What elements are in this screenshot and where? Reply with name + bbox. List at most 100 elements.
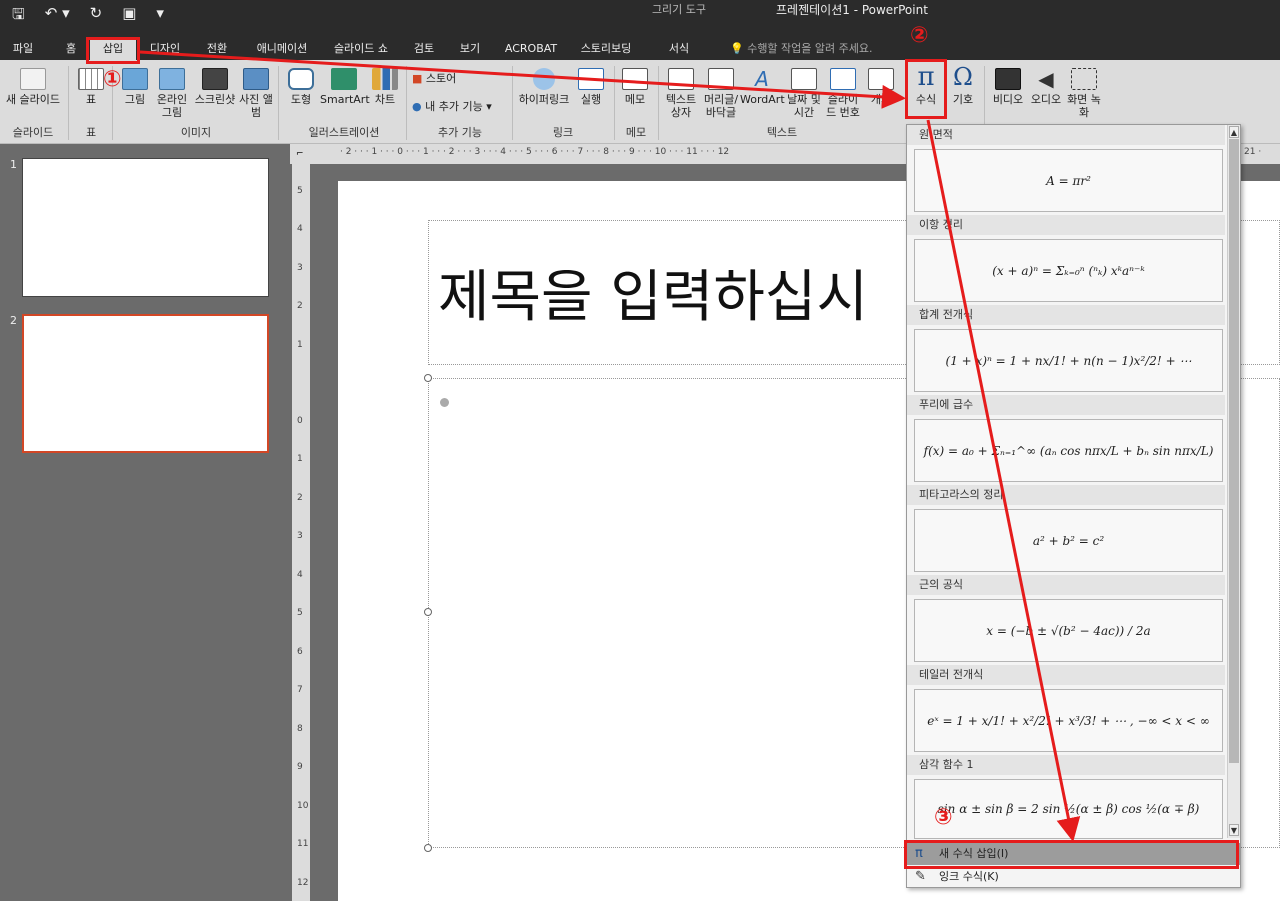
screenshot-button[interactable]: 스크린샷: [193, 68, 237, 106]
ruler-number: 7: [297, 685, 303, 695]
symbol-button[interactable]: Ω 기호: [948, 64, 978, 106]
ruler-number: 11: [297, 839, 309, 849]
group-illustrations: 일러스트레이션: [308, 126, 380, 139]
chart-button[interactable]: 차트: [370, 68, 400, 106]
annotation-box-new-equation: [904, 840, 1239, 869]
present-icon[interactable]: ▣: [122, 4, 136, 29]
online-picture-button[interactable]: 온라인 그림: [154, 68, 190, 119]
tab-animations[interactable]: 애니메이션: [246, 38, 318, 60]
equation-item-circle-area[interactable]: A = πr²: [914, 149, 1223, 212]
object-button[interactable]: 개체: [864, 68, 898, 106]
save-icon[interactable]: 🖫: [12, 4, 25, 29]
equation-heading: 피타고라스의 정리: [907, 485, 1225, 505]
textbox-button[interactable]: 텍스트 상자: [662, 68, 700, 119]
ruler-number: 0: [297, 416, 303, 426]
symbol-label: 기호: [952, 93, 974, 106]
group-comments: 메모: [625, 126, 647, 139]
ink-equation-item[interactable]: ✎ 잉크 수식(K): [907, 866, 1240, 888]
equation-heading: 합계 전개식: [907, 305, 1225, 325]
tab-storyboarding[interactable]: 스토리보딩: [570, 38, 642, 60]
header-footer-button[interactable]: 머리글/ 바닥글: [702, 68, 740, 119]
group-tables: 표: [85, 126, 97, 139]
resize-handle[interactable]: [424, 608, 432, 616]
datetime-button[interactable]: 날짜 및 시간: [786, 68, 822, 119]
ruler-number: 5: [297, 186, 303, 196]
ruler-number: 2: [297, 493, 303, 503]
annotation-step-1: ①: [103, 67, 122, 92]
slide-thumbnail-1[interactable]: [22, 158, 269, 297]
slide-title-text[interactable]: 제목을 입력하십시: [438, 252, 868, 333]
screenshot-icon: [202, 68, 228, 90]
equation-heading: 삼각 함수 1: [907, 755, 1225, 775]
tab-format[interactable]: 서식: [656, 38, 702, 60]
ruler-scale: · 2 · · · 1 · · · 0 · · · 1 · · · 2 · · …: [340, 147, 730, 157]
screen-recording-icon: [1071, 68, 1097, 90]
equation-heading: 원 면적: [907, 125, 1225, 145]
context-tab-label: 그리기 도구: [651, 3, 707, 16]
hyperlink-button[interactable]: 하이퍼링크: [516, 68, 572, 106]
smartart-button[interactable]: SmartArt: [320, 68, 370, 106]
action-button[interactable]: 실행: [576, 68, 606, 106]
equation-item-quadratic[interactable]: x = (−b ± √(b² − 4ac)) / 2a: [914, 599, 1223, 662]
equation-item-binomial[interactable]: (x + a)ⁿ = Σₖ₌₀ⁿ (ⁿₖ) xᵏaⁿ⁻ᵏ: [914, 239, 1223, 302]
new-slide-button[interactable]: 새 슬라이드: [4, 68, 62, 106]
equation-item-pythagorean[interactable]: a² + b² = c²: [914, 509, 1223, 572]
resize-handle[interactable]: [424, 374, 432, 382]
smartart-icon: [331, 68, 357, 90]
store-button[interactable]: ■ 스토어: [412, 72, 472, 85]
equation-item-expansion[interactable]: (1 + x)ⁿ = 1 + nx/1! + n(n − 1)x²/2! + ⋯: [914, 329, 1223, 392]
video-button[interactable]: 비디오: [990, 68, 1026, 106]
slide-number-label: 슬라이 드 번호: [826, 93, 860, 119]
quick-access-toolbar: 🖫 ↶ ▾ ↻ ▣ ▾: [12, 4, 164, 29]
ruler-number: 1: [297, 454, 303, 464]
equation-item-taylor[interactable]: eˣ = 1 + x/1! + x²/2! + x³/3! + ⋯ , −∞ <…: [914, 689, 1223, 752]
photo-album-button[interactable]: 사진 앨범: [238, 68, 274, 119]
tab-acrobat[interactable]: ACROBAT: [498, 38, 564, 60]
tab-view[interactable]: 보기: [450, 38, 490, 60]
equation-heading: 이항 정리: [907, 215, 1225, 235]
equation-item-trig[interactable]: sin α ± sin β = 2 sin ½(α ± β) cos ½(α ∓…: [914, 779, 1223, 839]
tab-home[interactable]: 홈: [56, 38, 86, 60]
tab-transitions[interactable]: 전환: [196, 38, 238, 60]
tab-design[interactable]: 디자인: [140, 38, 190, 60]
pen-icon: ✎: [915, 869, 926, 884]
slide-number-icon: [830, 68, 856, 90]
tab-stop-icon[interactable]: ⌐: [296, 146, 304, 162]
ruler-number: 6: [297, 647, 303, 657]
my-addins-button[interactable]: ● 내 추가 기능 ▾: [412, 100, 508, 113]
audio-button[interactable]: ◀ 오디오: [1028, 68, 1064, 106]
slide-number-button[interactable]: 슬라이 드 번호: [824, 68, 862, 119]
scroll-up-icon[interactable]: ▲: [1229, 126, 1239, 138]
scroll-thumb[interactable]: [1229, 139, 1239, 763]
omega-icon: Ω: [953, 63, 973, 91]
equation-gallery-dropdown: 원 면적 A = πr² 이항 정리 (x + a)ⁿ = Σₖ₌₀ⁿ (ⁿₖ)…: [906, 124, 1241, 888]
slide-thumbnails-panel: 1 2: [0, 144, 290, 901]
picture-label: 그림: [124, 93, 146, 106]
chart-icon: [372, 68, 398, 90]
vertical-ruler[interactable]: 5 4 3 2 1 0 1 2 3 4 5 6 7 8 9 10 11 12: [292, 164, 310, 901]
wordart-button[interactable]: A WordArt: [740, 68, 785, 106]
tab-slideshow[interactable]: 슬라이드 쇼: [324, 38, 398, 60]
undo-icon[interactable]: ↶ ▾: [45, 4, 70, 29]
screen-recording-button[interactable]: 화면 녹화: [1066, 68, 1102, 119]
gallery-scrollbar[interactable]: ▲ ▼: [1227, 125, 1240, 838]
resize-handle[interactable]: [424, 844, 432, 852]
equation-item-fourier[interactable]: f(x) = a₀ + Σₙ₌₁^∞ (aₙ cos nπx/L + bₙ si…: [914, 419, 1223, 482]
slide-thumbnail-2[interactable]: [22, 314, 269, 453]
new-slide-label: 새 슬라이드: [5, 93, 61, 106]
equation-heading: 푸리에 급수: [907, 395, 1225, 415]
tell-me-search[interactable]: 💡 수행할 작업을 알려 주세요.: [730, 38, 873, 60]
customize-qat-icon[interactable]: ▾: [156, 4, 164, 29]
tab-review[interactable]: 검토: [404, 38, 444, 60]
picture-button[interactable]: 그림: [118, 68, 152, 106]
screenshot-label: 스크린샷: [194, 93, 236, 106]
table-icon: [78, 68, 104, 90]
shapes-button[interactable]: 도형: [284, 68, 318, 106]
comment-button[interactable]: 메모: [620, 68, 650, 106]
annotation-step-2: ②: [910, 23, 929, 48]
ruler-number: 3: [297, 531, 303, 541]
scroll-down-icon[interactable]: ▼: [1229, 824, 1239, 836]
tab-file[interactable]: 파일: [4, 38, 42, 60]
redo-icon[interactable]: ↻: [90, 4, 103, 29]
video-label: 비디오: [992, 93, 1024, 106]
